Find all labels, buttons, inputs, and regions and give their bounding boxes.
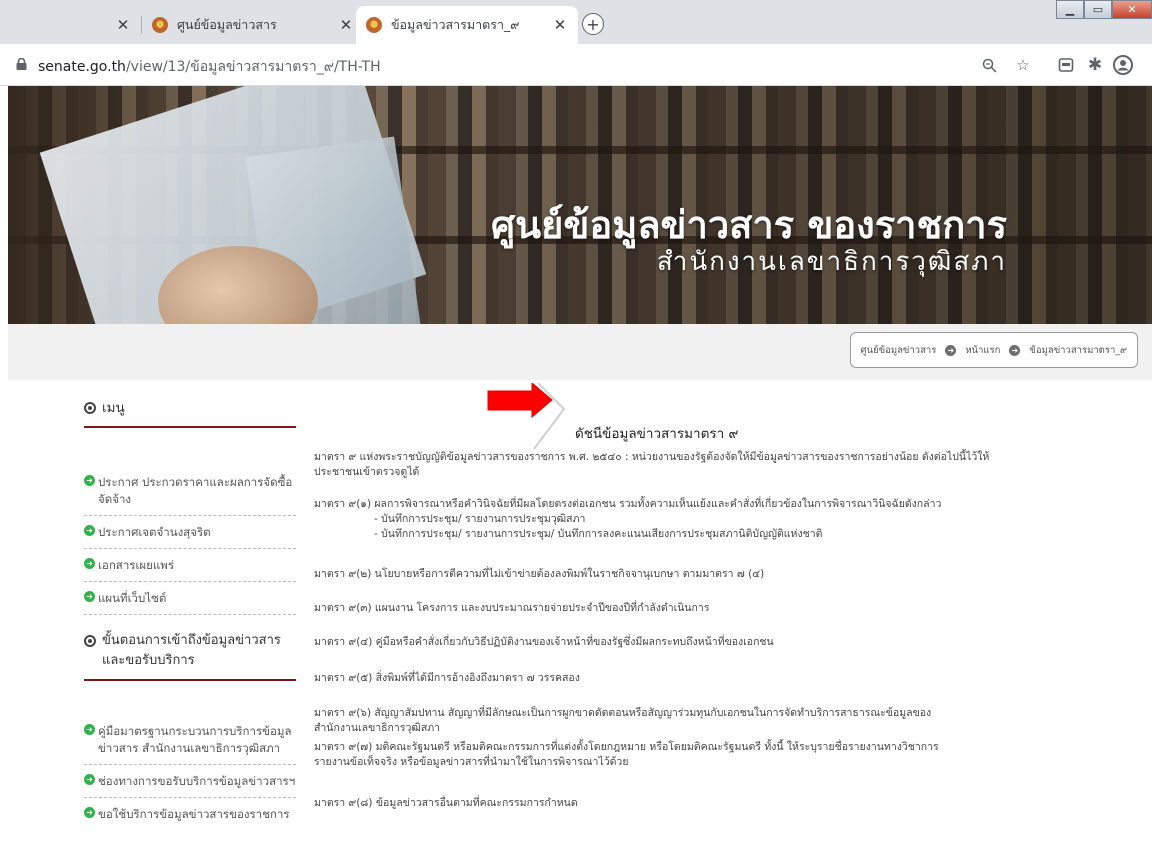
url-host: senate.go.th: [38, 59, 126, 75]
sidebar-item-request-service[interactable]: ➜ ขอใช้บริการข้อมูลข่าวสารของราชการ: [84, 798, 296, 830]
red-arrow-annotation-icon: [487, 383, 566, 450]
arrow-bullet-icon: ➜: [84, 475, 95, 486]
senate-favicon-icon: [152, 17, 168, 33]
breadcrumb-item[interactable]: ศูนย์ข้อมูลข่าวสาร: [861, 343, 937, 358]
section-9-3[interactable]: มาตรา ๙(๓) แผนงาน โครงการ และงบประมาณราย…: [314, 601, 974, 616]
star-icon[interactable]: ☆: [1012, 54, 1034, 76]
section-9-6[interactable]: มาตรา ๙(๖) สัญญาสัมปทาน สัญญาที่มีลักษณะ…: [314, 706, 974, 736]
minimize-icon[interactable]: ▁: [1056, 0, 1084, 19]
sidebar-item-sitemap[interactable]: ➜ แผนที่เว็บไซต์: [84, 582, 296, 615]
section-9-5[interactable]: มาตรา ๙(๕) สิ่งพิมพ์ที่ได้มีการอ้างอิงถึ…: [314, 671, 974, 686]
sidebar-item-label: คู่มือมาตรฐานกระบวนการบริการข้อมูลข่าวสา…: [98, 724, 292, 755]
profile-icon[interactable]: [1112, 54, 1134, 76]
puzzle-icon[interactable]: ✱: [1084, 54, 1106, 76]
close-window-icon[interactable]: ✕: [1112, 0, 1152, 19]
extension-icon[interactable]: [1055, 54, 1077, 76]
section-9-2[interactable]: มาตรา ๙(๒) นโยบายหรือการตีความที่ไม่เข้า…: [314, 567, 974, 582]
section-9-7[interactable]: มาตรา ๙(๗) มติคณะรัฐมนตรี หรือมติคณะกรรม…: [314, 740, 974, 770]
sidebar-item-label: ช่องทางการขอรับบริการข้อมูลข่าวสารฯ: [98, 774, 296, 788]
arrow-bullet-icon: ➜: [84, 807, 95, 818]
arrow-right-icon: ➜: [1009, 344, 1021, 356]
breadcrumb-band: ศูนย์ข้อมูลข่าวสาร ➜ หน้าแรก ➜ ข้อมูลข่า…: [8, 324, 1152, 380]
tab-title: ศูนย์ข้อมูลข่าวสาร: [177, 17, 277, 32]
circle-bullet-icon: [84, 635, 96, 647]
breadcrumb-item[interactable]: หน้าแรก: [965, 343, 1000, 358]
zoom-icon[interactable]: [978, 54, 1000, 76]
section-link[interactable]: - บันทึกการประชุม/ รายงานการประชุม/ บันท…: [314, 527, 974, 542]
new-tab-button[interactable]: +: [582, 13, 604, 35]
lock-icon[interactable]: [16, 58, 27, 70]
section-text: มาตรา ๙(๑) ผลการพิจารณาหรือคำวินิจฉัยที่…: [314, 498, 942, 510]
close-tab-icon[interactable]: ✕: [338, 16, 354, 34]
sidebar-item-label: ประกาศเจตจำนงสุจริต: [98, 525, 211, 539]
sidebar-item-label: แผนที่เว็บไซต์: [98, 591, 167, 605]
maximize-icon[interactable]: ▭: [1084, 0, 1112, 19]
blurred-background-window: [615, 10, 755, 24]
sidebar: เมนู ➜ ประกาศ ประกวดราคาและผลการจัดซื้อจ…: [84, 398, 296, 830]
section-9-4[interactable]: มาตรา ๙(๔) คู่มือหรือคำสั่งเกี่ยวกับวิธี…: [314, 635, 974, 650]
browser-tab-active[interactable]: ข้อมูลข่าวสารมาตรา_๙ ✕: [356, 6, 578, 44]
window-controls: ▁ ▭ ✕: [1056, 0, 1152, 19]
sidebar-item-publications[interactable]: ➜ เอกสารเผยแพร่: [84, 549, 296, 582]
breadcrumb-item[interactable]: ข้อมูลข่าวสารมาตรา_๙: [1029, 343, 1127, 358]
arrow-bullet-icon: ➜: [84, 724, 95, 735]
browser-tab-bar: ✕ ศูนย์ข้อมูลข่าวสาร ✕ ข้อมูลข่าวสารมาตร…: [0, 0, 1152, 44]
address-bar: senate.go.th/view/13/ข้อมูลข่าวสารมาตรา_…: [0, 44, 1152, 86]
sidebar-item-service-channels[interactable]: ➜ ช่องทางการขอรับบริการข้อมูลข่าวสารฯ: [84, 765, 296, 798]
sidebar-heading-label: ขั้นตอนการเข้าถึงข้อมูลข่าวสารและขอรับบร…: [102, 633, 281, 668]
hero-subtitle: สำนักงานเลขาธิการวุฒิสภา: [656, 247, 1007, 277]
sidebar-item-procurement[interactable]: ➜ ประกาศ ประกวดราคาและผลการจัดซื้อจัดจ้า…: [84, 466, 296, 516]
arrow-right-icon: ➜: [945, 344, 957, 356]
close-tab-icon[interactable]: ✕: [552, 16, 568, 34]
sidebar-item-label: เอกสารเผยแพร่: [98, 558, 175, 572]
url-path: /view/13/ข้อมูลข่าวสารมาตรา_๙/TH-TH: [125, 59, 381, 75]
browser-tab[interactable]: ✕: [0, 6, 141, 44]
sidebar-steps-heading: ขั้นตอนการเข้าถึงข้อมูลข่าวสารและขอรับบร…: [84, 631, 296, 681]
sidebar-item-label: ขอใช้บริการข้อมูลข่าวสารของราชการ: [98, 807, 290, 821]
sidebar-item-integrity[interactable]: ➜ ประกาศเจตจำนงสุจริต: [84, 516, 296, 549]
intro-paragraph: มาตรา ๙ แห่งพระราชบัญญัติข้อมูลข่าวสารขอ…: [314, 451, 990, 478]
circle-bullet-icon: [84, 402, 96, 414]
hero-banner: ศูนย์ข้อมูลข่าวสาร ของราชการ สำนักงานเลข…: [8, 86, 1152, 324]
sidebar-item-label: ประกาศ ประกวดราคาและผลการจัดซื้อจัดจ้าง: [98, 475, 293, 506]
section-9-1: มาตรา ๙(๑) ผลการพิจารณาหรือคำวินิจฉัยที่…: [314, 497, 974, 542]
content-title: ดัชนีข้อมูลข่าวสารมาตรา ๙: [575, 426, 739, 442]
sidebar-item-service-manual[interactable]: ➜ คู่มือมาตรฐานกระบวนการบริการข้อมูลข่าว…: [84, 715, 296, 765]
sidebar-heading-label: เมนู: [102, 400, 125, 416]
arrow-bullet-icon: ➜: [84, 525, 95, 536]
arrow-bullet-icon: ➜: [84, 774, 95, 785]
close-tab-icon[interactable]: ✕: [115, 16, 131, 34]
browser-tab[interactable]: ศูนย์ข้อมูลข่าวสาร ✕: [142, 6, 364, 44]
breadcrumb: ศูนย์ข้อมูลข่าวสาร ➜ หน้าแรก ➜ ข้อมูลข่า…: [849, 332, 1138, 368]
arrow-bullet-icon: ➜: [84, 591, 95, 602]
senate-favicon-icon: [366, 17, 382, 33]
tab-title: ข้อมูลข่าวสารมาตรา_๙: [391, 17, 520, 32]
section-9-8[interactable]: มาตรา ๙(๘) ข้อมูลข่าวสารอื่นตามที่คณะกรร…: [314, 796, 974, 811]
section-link[interactable]: - บันทึกการประชุม/ รายงานการประชุมวุฒิสภ…: [314, 512, 974, 527]
sidebar-menu-heading: เมนู: [84, 398, 296, 428]
arrow-bullet-icon: ➜: [84, 558, 95, 569]
url-field[interactable]: senate.go.th/view/13/ข้อมูลข่าวสารมาตรา_…: [38, 56, 381, 78]
